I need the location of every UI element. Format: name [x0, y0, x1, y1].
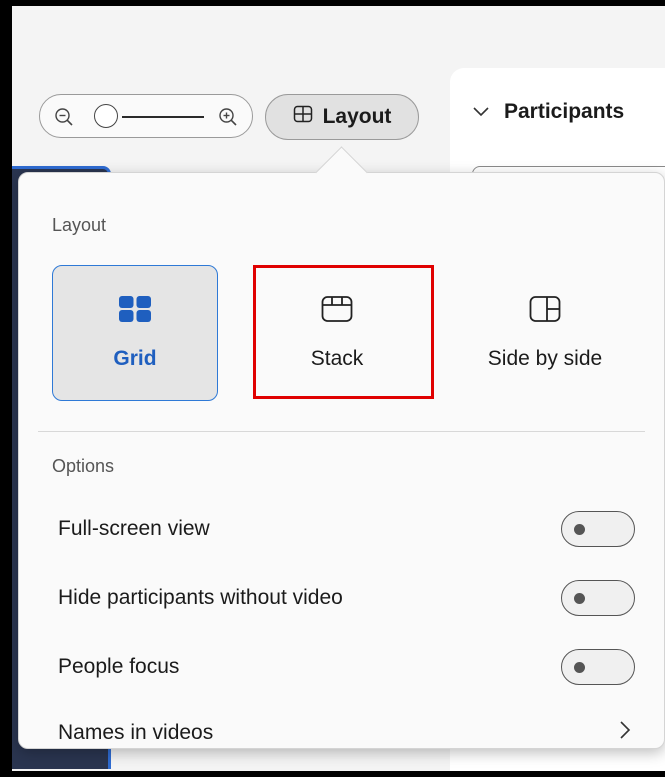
chevron-right-icon [619, 720, 631, 746]
grid-icon [118, 295, 152, 329]
screenshot-frame: Layout Participants Layout Grid Stack Si… [0, 0, 665, 777]
option-label: Names in videos [58, 721, 214, 744]
option-label: People focus [58, 655, 180, 678]
participants-header[interactable]: Participants [472, 100, 624, 124]
option-hide-participants-without-video[interactable]: Hide participants without video [58, 578, 635, 618]
layout-option-grid-label: Grid [113, 347, 157, 370]
zoom-out-icon[interactable] [54, 107, 74, 131]
chevron-down-icon [472, 100, 490, 124]
layout-button[interactable]: Layout [265, 94, 419, 140]
toggle-knob [574, 524, 585, 535]
meeting-window: Layout Participants Layout Grid Stack Si… [12, 6, 665, 771]
section-divider [38, 431, 645, 432]
zoom-control[interactable] [39, 94, 253, 138]
option-names-in-videos[interactable]: Names in videos [58, 713, 635, 753]
option-full-screen-view[interactable]: Full-screen view [58, 509, 635, 549]
layout-popover: Layout Grid Stack Side by side Options F… [18, 172, 665, 749]
layout-option-side-by-side-label: Side by side [487, 347, 603, 370]
highlight-box [253, 265, 434, 399]
hide-participants-toggle[interactable] [561, 580, 635, 616]
layout-option-side-by-side[interactable]: Side by side [455, 265, 635, 401]
toggle-knob [574, 593, 585, 604]
toggle-knob [574, 662, 585, 673]
layout-button-label: Layout [322, 105, 392, 128]
participants-title: Participants [504, 100, 625, 123]
options-section-label: Options [52, 456, 115, 476]
people-focus-toggle[interactable] [561, 649, 635, 685]
zoom-slider-track[interactable] [122, 116, 204, 118]
option-people-focus[interactable]: People focus [58, 647, 635, 687]
grid-layout-icon [293, 104, 313, 130]
layout-section-label: Layout [52, 215, 107, 235]
side-by-side-icon [529, 295, 561, 329]
zoom-in-icon[interactable] [218, 107, 238, 131]
option-label: Full-screen view [58, 517, 210, 540]
full-screen-view-toggle[interactable] [561, 511, 635, 547]
zoom-slider-thumb[interactable] [94, 104, 118, 128]
layout-option-grid[interactable]: Grid [52, 265, 218, 401]
option-label: Hide participants without video [58, 586, 343, 609]
